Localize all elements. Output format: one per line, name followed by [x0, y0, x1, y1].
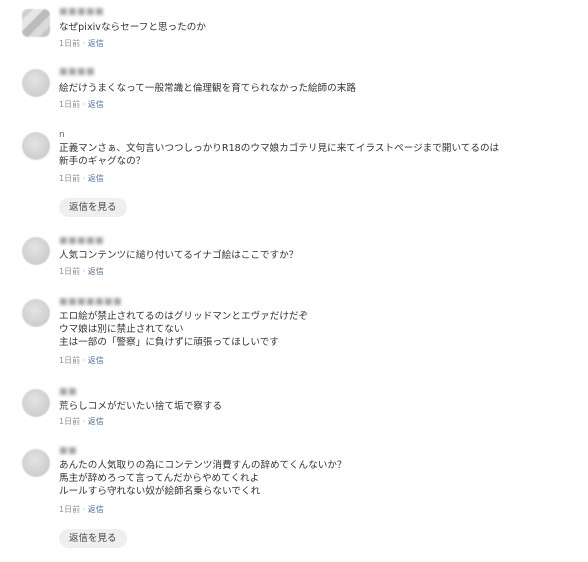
comment-text: 絵だけうまくなって一般常識と倫理観を育てられなかった絵師の末路 — [59, 83, 356, 94]
comment-text: 人気コンテンツに縋り付いてるイナゴ絵はここですか？ — [59, 250, 299, 261]
comment-author[interactable]: ■■■■■ — [59, 7, 104, 18]
comment-meta: 1日前 · 返信 — [59, 100, 104, 110]
comment-text: 荒らしコメがだいたい捨て垢で察する — [59, 401, 223, 412]
comment-meta: 1日前 · 返信 — [59, 356, 104, 366]
avatar[interactable] — [22, 449, 50, 477]
comment-time: 1日前 — [59, 100, 81, 109]
comment-time: 1日前 — [59, 39, 81, 48]
comment-author[interactable]: ■■ — [59, 446, 77, 457]
avatar[interactable] — [22, 237, 50, 265]
comment-author[interactable]: ■■■■■ — [59, 236, 104, 247]
reply-link[interactable]: 返信 — [88, 505, 104, 514]
reply-link[interactable]: 返信 — [88, 417, 104, 426]
comment-meta: 1日前 · 返信 — [59, 267, 104, 277]
reply-link[interactable]: 返信 — [88, 100, 104, 109]
reply-link[interactable]: 返信 — [88, 39, 104, 48]
comment-meta: 1日前 · 返信 — [59, 417, 104, 427]
comment-time: 1日前 — [59, 174, 81, 183]
avatar[interactable] — [22, 299, 50, 327]
meta-separator: · — [80, 505, 88, 514]
meta-separator: · — [80, 267, 88, 276]
avatar[interactable] — [22, 132, 50, 160]
comment-author[interactable]: n — [59, 130, 65, 141]
comment-time: 1日前 — [59, 356, 81, 365]
comment-author[interactable]: ■■■■■■■ — [59, 297, 122, 308]
comment-author[interactable]: ■■ — [59, 387, 77, 398]
comment-meta: 1日前 · 返信 — [59, 39, 104, 49]
comment-text: あんたの人気取りの為にコンテンツ消費すんの辞めてくんないか？ 馬主が辞めろって言… — [59, 460, 347, 497]
meta-separator: · — [80, 39, 88, 48]
comment-time: 1日前 — [59, 267, 81, 276]
comment-text: エロ絵が禁止されてるのはグリッドマンとエヴァだけだぞ ウマ娘は別に禁止されてない… — [59, 311, 309, 348]
comment-text: なぜpixivならセーフと思ったのか — [59, 22, 206, 33]
comment-text: 正義マンさぁ、文句言いつつしっかりR18のウマ娘カゴテリ見に来てイラストページま… — [59, 143, 500, 167]
meta-separator: · — [80, 100, 88, 109]
avatar[interactable] — [22, 69, 50, 97]
avatar[interactable] — [22, 9, 50, 37]
avatar[interactable] — [22, 389, 50, 417]
reply-link[interactable]: 返信 — [88, 267, 104, 276]
comment-meta: 1日前 · 返信 — [59, 174, 104, 184]
reply-link[interactable]: 返信 — [88, 356, 104, 365]
meta-separator: · — [80, 356, 88, 365]
reply-link[interactable]: 返信 — [88, 174, 104, 183]
comment-time: 1日前 — [59, 505, 81, 514]
meta-separator: · — [80, 174, 88, 183]
comment-meta: 1日前 · 返信 — [59, 505, 104, 515]
view-replies-button[interactable]: 返信を見る — [59, 529, 127, 548]
view-replies-button[interactable]: 返信を見る — [59, 198, 127, 217]
meta-separator: · — [80, 417, 88, 426]
comment-author[interactable]: ■■■■ — [59, 67, 95, 78]
comment-time: 1日前 — [59, 417, 81, 426]
